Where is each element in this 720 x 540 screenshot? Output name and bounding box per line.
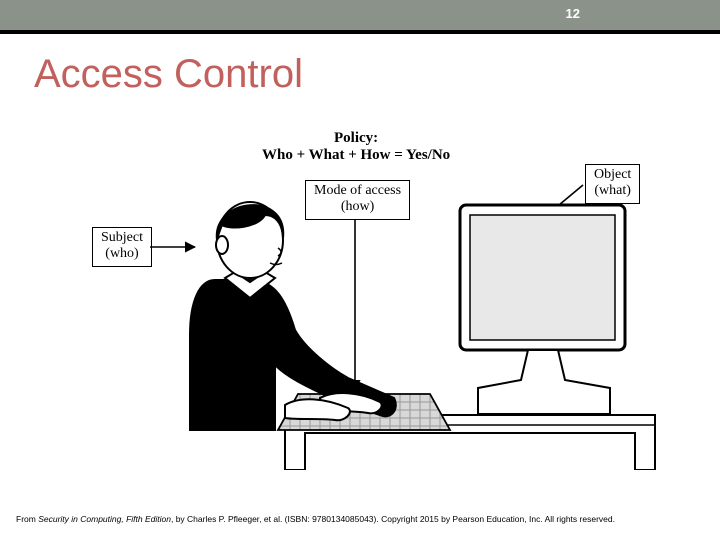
attribution: From Security in Computing, Fifth Editio… <box>16 514 615 524</box>
page-title: Access Control <box>34 52 303 97</box>
figure: Policy: Who + What + How = Yes/No Subjec… <box>80 130 680 470</box>
attribution-book: Security in Computing, Fifth Edition <box>38 514 171 524</box>
attribution-prefix: From <box>16 514 38 524</box>
attribution-rest: , by Charles P. Pfleeger, et al. (ISBN: … <box>171 514 615 524</box>
page-number: 12 <box>566 6 580 21</box>
top-bar: 12 <box>0 0 720 30</box>
person-icon <box>190 202 396 430</box>
divider-line <box>0 30 720 34</box>
monitor-icon <box>460 205 625 414</box>
slide: 12 Access Control Policy: Who + What + H… <box>0 0 720 540</box>
diagram-svg <box>80 130 680 470</box>
